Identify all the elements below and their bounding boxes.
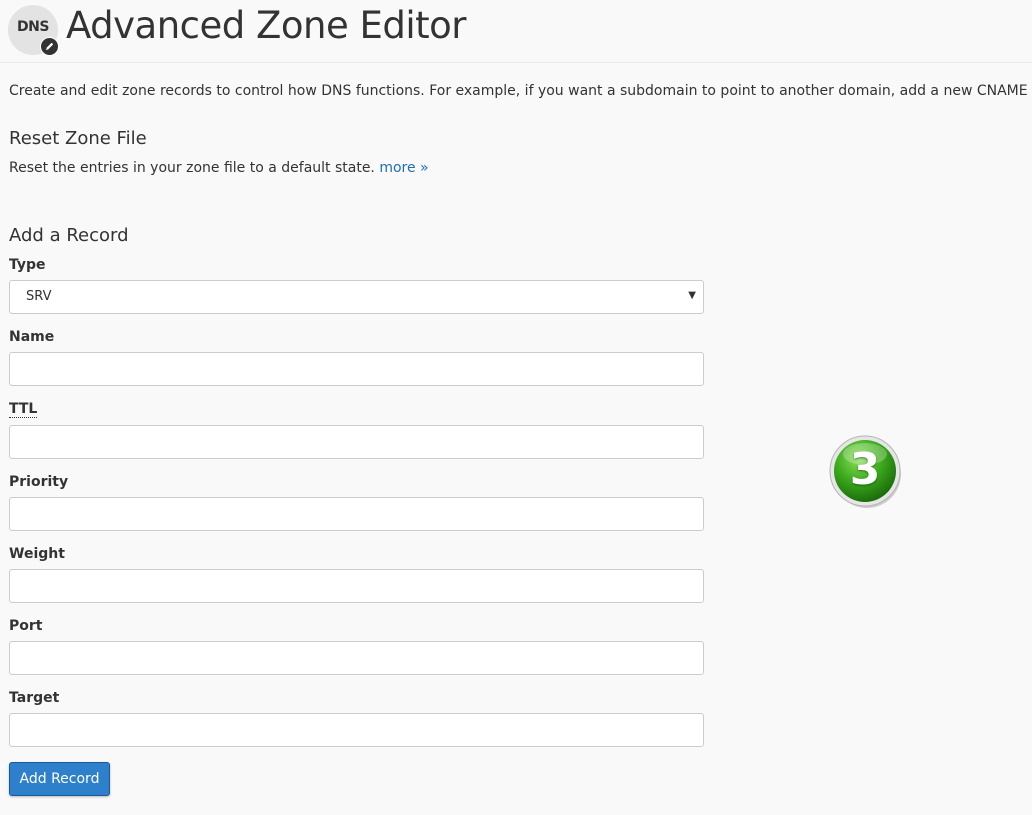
type-label: Type [9, 257, 46, 273]
step-number-badge: 3 [828, 434, 904, 510]
page: DNS Advanced Zone Editor Create and edit… [0, 0, 1032, 815]
pencil-icon [40, 37, 59, 56]
more-link[interactable]: more » [379, 160, 428, 176]
intro-text: Create and edit zone records to control … [9, 83, 1032, 99]
caret-down-icon: ▼ [688, 290, 696, 301]
page-header: DNS Advanced Zone Editor [0, 0, 1032, 63]
reset-zone-description: Reset the entries in your zone file to a… [9, 160, 429, 176]
weight-label: Weight [9, 546, 65, 562]
reset-zone-description-text: Reset the entries in your zone file to a… [9, 160, 375, 176]
dns-icon: DNS [8, 5, 59, 56]
port-input[interactable] [9, 641, 704, 675]
port-label: Port [9, 618, 43, 634]
name-input[interactable] [9, 352, 704, 386]
reset-zone-heading: Reset Zone File [9, 128, 147, 149]
add-record-heading: Add a Record [9, 225, 129, 246]
ttl-label: TTL [9, 401, 38, 418]
dns-icon-label: DNS [17, 19, 49, 35]
target-input[interactable] [9, 713, 704, 747]
ttl-input[interactable] [9, 425, 704, 459]
weight-input[interactable] [9, 569, 704, 603]
target-label: Target [9, 690, 60, 706]
name-label: Name [9, 329, 55, 345]
type-select[interactable]: SRV ▼ [9, 280, 704, 314]
priority-label: Priority [9, 474, 69, 490]
page-title: Advanced Zone Editor [66, 4, 466, 47]
step-number: 3 [849, 444, 881, 495]
add-record-button[interactable]: Add Record [9, 762, 110, 796]
type-select-value: SRV [26, 289, 52, 304]
priority-input[interactable] [9, 497, 704, 531]
